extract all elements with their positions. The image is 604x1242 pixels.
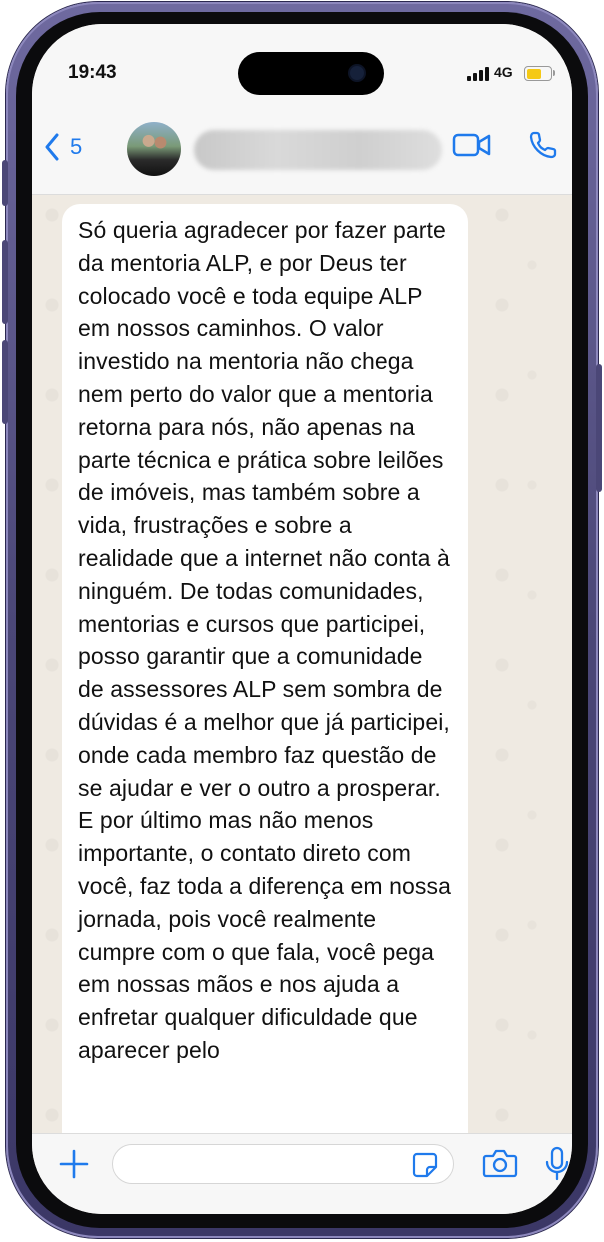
battery-icon xyxy=(524,66,552,81)
phone-frame: 19:43 4G 5 Só queria agradecer por fazer… xyxy=(2,2,602,1238)
voice-call-button[interactable] xyxy=(528,130,558,165)
signal-icon xyxy=(467,67,491,81)
volume-up-button xyxy=(2,240,8,324)
back-button[interactable]: 5 xyxy=(44,132,82,162)
attach-button[interactable] xyxy=(58,1148,90,1185)
message-bubble[interactable]: Só queria agradecer por fazer parte da m… xyxy=(62,204,468,1184)
plus-icon xyxy=(59,1149,89,1179)
voice-message-button[interactable] xyxy=(544,1146,570,1187)
video-camera-icon xyxy=(452,133,491,157)
phone-icon xyxy=(529,131,557,159)
message-input[interactable] xyxy=(112,1144,454,1184)
chat-header: 5 xyxy=(32,116,572,195)
power-button xyxy=(596,364,602,492)
camera-button[interactable] xyxy=(482,1148,518,1183)
screen: 19:43 4G 5 Só queria agradecer por fazer… xyxy=(32,24,572,1214)
battery-level xyxy=(526,68,541,79)
unread-count: 5 xyxy=(70,134,83,159)
chevron-left-icon xyxy=(45,133,59,161)
message-text: Só queria agradecer por fazer parte da m… xyxy=(78,217,451,1063)
action-button xyxy=(2,160,8,206)
contact-avatar[interactable] xyxy=(127,122,181,176)
battery-cap xyxy=(553,70,555,76)
dynamic-island xyxy=(238,52,384,95)
network-type: 4G xyxy=(494,64,513,80)
bezel: 19:43 4G 5 Só queria agradecer por fazer… xyxy=(16,12,588,1228)
microphone-icon xyxy=(545,1146,569,1181)
sticker-icon xyxy=(412,1152,438,1178)
sticker-button[interactable] xyxy=(412,1152,438,1183)
front-camera xyxy=(350,66,364,80)
status-bar: 19:43 4G xyxy=(32,24,572,116)
volume-down-button xyxy=(2,340,8,424)
input-bar xyxy=(32,1133,572,1214)
contact-name-blurred[interactable] xyxy=(194,130,442,170)
camera-icon xyxy=(482,1149,518,1178)
status-time: 19:43 xyxy=(68,62,117,83)
video-call-button[interactable] xyxy=(452,130,492,165)
